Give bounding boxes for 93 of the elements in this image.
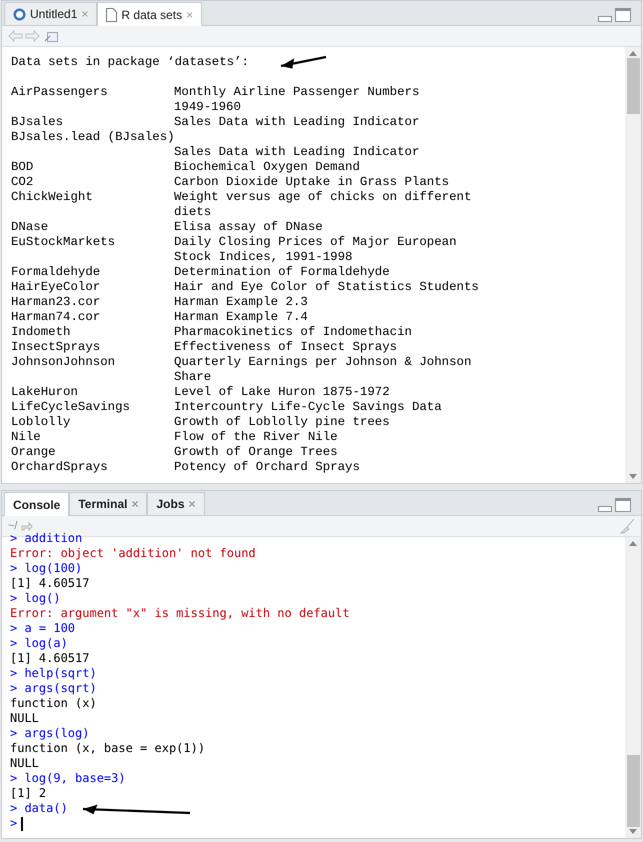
scroll-up-icon[interactable] — [629, 541, 637, 546]
dataset-name: ChickWeight — [11, 190, 94, 206]
heading-text: Data sets in package ‘datasets’: — [11, 55, 249, 70]
dataset-description: Sales Data with Leading Indicator — [174, 145, 420, 160]
console-text: > log(9, base=3) — [10, 771, 126, 786]
dataset-description: Carbon Dioxide Uptake in Grass Plants — [174, 175, 450, 190]
editor-tab[interactable]: Untitled1 × — [4, 2, 98, 25]
dataset-name: InsectSprays — [11, 340, 102, 355]
dataset-description: Growth of Loblolly pine trees — [174, 415, 391, 430]
scroll-down-icon[interactable] — [629, 829, 637, 834]
dataset-name: Formaldehyde — [11, 265, 102, 280]
dataset-name: Loblolly — [11, 415, 72, 430]
dataset-description: Harman Example 2.3 — [174, 295, 309, 310]
console-tab[interactable]: Terminal × — [69, 492, 148, 515]
dataset-description: Determination of Formaldehyde — [174, 265, 391, 280]
editor-tab[interactable]: R data sets × — [97, 2, 202, 26]
scrollbar[interactable] — [625, 47, 641, 483]
console-text: > log(a) — [10, 636, 68, 651]
console-tab[interactable]: Console — [4, 492, 70, 516]
dataset-name: Harman23.cor — [11, 295, 102, 310]
minimize-icon[interactable] — [598, 506, 612, 512]
dataset-name: DNase — [11, 220, 50, 235]
r-file-icon — [13, 8, 26, 20]
console-text: function (x) — [10, 696, 97, 711]
console-text: > data() — [10, 801, 68, 816]
dataset-description: Quarterly Earnings per Johnson & Johnson — [174, 355, 472, 370]
dataset-description: Pharmacokinetics of Indomethacin — [174, 325, 413, 340]
dataset-description: Daily Closing Prices of Major European — [174, 235, 458, 250]
console-text: [1] 4.60517 — [10, 576, 90, 591]
dataset-name: BOD — [11, 160, 34, 175]
arrow-annotation — [280, 56, 326, 69]
minimize-icon[interactable] — [598, 16, 612, 22]
document-icon — [106, 8, 118, 22]
scrollbar-thumb[interactable] — [626, 58, 640, 114]
back-forward-icon[interactable] — [8, 30, 40, 42]
scroll-up-icon[interactable] — [629, 51, 637, 56]
console-text: [1] 4.60517 — [10, 651, 90, 666]
dataset-description: Stock Indices, 1991-1998 — [174, 250, 354, 265]
dataset-description: Sales Data with Leading Indicator — [174, 115, 420, 130]
error-text: Error: argument "x" is missing, with no default — [10, 606, 350, 621]
console-text: > — [10, 816, 18, 831]
console-text: > help(sqrt) — [10, 666, 97, 681]
error-text: Error: object 'addition' not found — [10, 546, 256, 561]
maximize-icon[interactable] — [615, 8, 631, 22]
console-text: > a = 100 — [10, 621, 76, 636]
console-tab[interactable]: Jobs × — [147, 492, 205, 515]
dataset-description: Flow of the River Nile — [174, 430, 339, 445]
dataset-description: Potency of Orchard Sprays — [174, 460, 361, 475]
dataset-name: HairEyeColor — [11, 280, 102, 295]
scroll-down-icon[interactable] — [629, 474, 637, 479]
dataset-description: Weight versus age of chicks on different — [174, 190, 472, 205]
go-to-directory-icon[interactable] — [21, 521, 34, 531]
dataset-description: Monthly Airline Passenger Numbers — [174, 85, 420, 100]
console-text: NULL — [10, 711, 39, 726]
dataset-name: LifeCycleSavings — [11, 400, 131, 415]
dataset-description: diets — [174, 205, 212, 220]
console-text: [1] 2 — [10, 786, 46, 801]
dataset-name: Orange — [11, 445, 57, 460]
console-text: > args(log) — [10, 726, 90, 741]
scrollbar-thumb[interactable] — [626, 755, 640, 827]
console-text: function (x, base = exp(1)) — [10, 741, 206, 756]
dataset-name: OrchardSprays — [11, 460, 109, 475]
dataset-description: Effectiveness of Insect Sprays — [174, 340, 398, 355]
dataset-description: Intercountry Life-Cycle Savings Data — [174, 400, 443, 415]
working-directory: ~/ — [8, 520, 18, 532]
dataset-name: BJsales.lead (BJsales) — [11, 130, 174, 145]
dataset-name: LakeHuron — [11, 385, 79, 400]
dataset-name: AirPassengers — [11, 85, 109, 101]
maximize-icon[interactable] — [615, 498, 631, 512]
popout-icon[interactable] — [44, 30, 58, 42]
scrollbar[interactable] — [625, 537, 641, 838]
console-text: > log() — [10, 591, 61, 606]
console-text: > args(sqrt) — [10, 681, 97, 696]
dataset-description: Harman Example 7.4 — [174, 310, 309, 325]
dataset-name: CO2 — [11, 175, 34, 190]
dataset-description: Elisa assay of DNase — [174, 220, 324, 235]
console-text: NULL — [10, 756, 39, 771]
dataset-description: Hair and Eye Color of Statistics Students — [174, 280, 480, 295]
dataset-description: Biochemical Oxygen Demand — [174, 160, 361, 175]
dataset-name: Nile — [11, 430, 42, 445]
dataset-name: Harman74.cor — [11, 310, 102, 325]
console-text: > log(100) — [10, 561, 82, 576]
dataset-description: 1949-1960 — [174, 100, 242, 115]
dataset-description: Level of Lake Huron 1875-1972 — [174, 385, 391, 400]
dataset-description: Share — [174, 370, 212, 385]
dataset-name: JohnsonJohnson — [11, 355, 116, 371]
text-cursor — [21, 816, 24, 830]
broom-icon[interactable] — [619, 518, 635, 534]
dataset-name: EuStockMarkets — [11, 235, 116, 251]
dataset-description: Growth of Orange Trees — [174, 445, 339, 460]
dataset-name: Indometh — [11, 325, 72, 340]
dataset-name: BJsales — [11, 115, 64, 130]
console-text: > addition — [10, 531, 82, 546]
